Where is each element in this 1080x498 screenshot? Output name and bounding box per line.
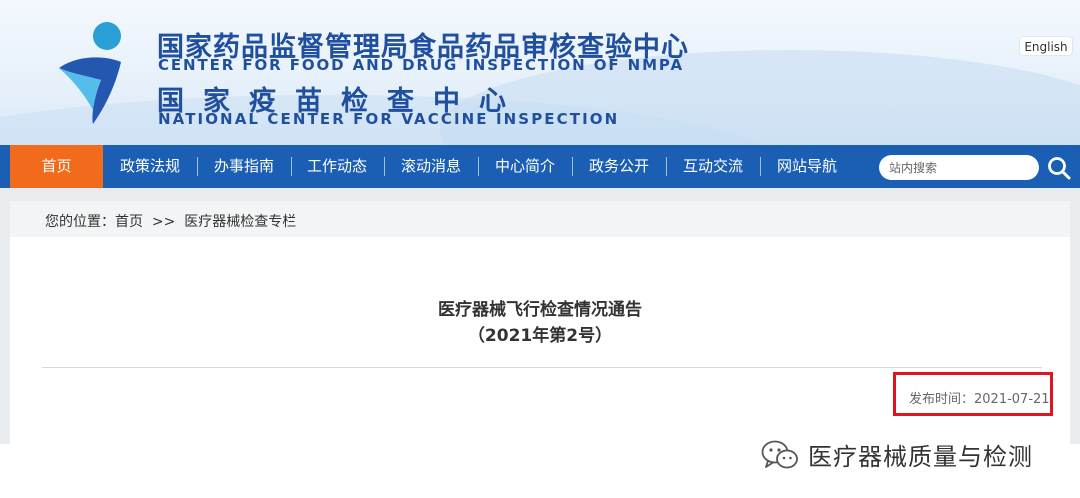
watermark-text: 医疗器械质量与检测 bbox=[808, 443, 1033, 471]
nav-divider bbox=[572, 157, 573, 176]
nav-item-scroll-news[interactable]: 滚动消息 bbox=[390, 145, 472, 188]
nav-divider bbox=[760, 157, 761, 176]
article-subtitle: （2021年第2号） bbox=[467, 326, 613, 346]
nav-item-about[interactable]: 中心简介 bbox=[484, 145, 566, 188]
english-language-button[interactable]: English bbox=[1019, 36, 1073, 56]
nav-item-guide[interactable]: 办事指南 bbox=[203, 145, 285, 188]
nav-divider bbox=[384, 157, 385, 176]
nav-divider bbox=[197, 157, 198, 176]
breadcrumb: 您的位置：首页 >> 医疗器械检查专栏 bbox=[45, 211, 296, 231]
nav-item-sitemap[interactable]: 网站导航 bbox=[766, 145, 848, 188]
site-logo[interactable] bbox=[55, 18, 135, 128]
search-icon[interactable] bbox=[1046, 155, 1072, 181]
article-title: 医疗器械飞行检查情况通告 bbox=[438, 300, 642, 320]
nav-item-interaction[interactable]: 互动交流 bbox=[672, 145, 754, 188]
breadcrumb-prefix: 您的位置： bbox=[45, 214, 115, 230]
nav-item-policy[interactable]: 政策法规 bbox=[109, 145, 191, 188]
highlight-box bbox=[893, 372, 1053, 416]
article-divider bbox=[42, 367, 1042, 368]
breadcrumb-separator: >> bbox=[151, 214, 176, 230]
breadcrumb-current-link[interactable]: 医疗器械检查专栏 bbox=[184, 214, 296, 230]
nav-item-public-affairs[interactable]: 政务公开 bbox=[578, 145, 660, 188]
nav-item-news[interactable]: 工作动态 bbox=[296, 145, 378, 188]
nav-divider bbox=[291, 157, 292, 176]
nav-item-home[interactable]: 首页 bbox=[10, 145, 103, 188]
nav-divider bbox=[478, 157, 479, 176]
breadcrumb-home-link[interactable]: 首页 bbox=[115, 214, 143, 230]
search-input[interactable] bbox=[879, 155, 1039, 180]
nav-divider bbox=[666, 157, 667, 176]
site-title-en: CENTER FOR FOOD AND DRUG INSPECTION OF N… bbox=[158, 56, 684, 74]
wechat-icon bbox=[761, 440, 798, 469]
site-subtitle-en: NATIONAL CENTER FOR VACCINE INSPECTION bbox=[158, 110, 620, 128]
